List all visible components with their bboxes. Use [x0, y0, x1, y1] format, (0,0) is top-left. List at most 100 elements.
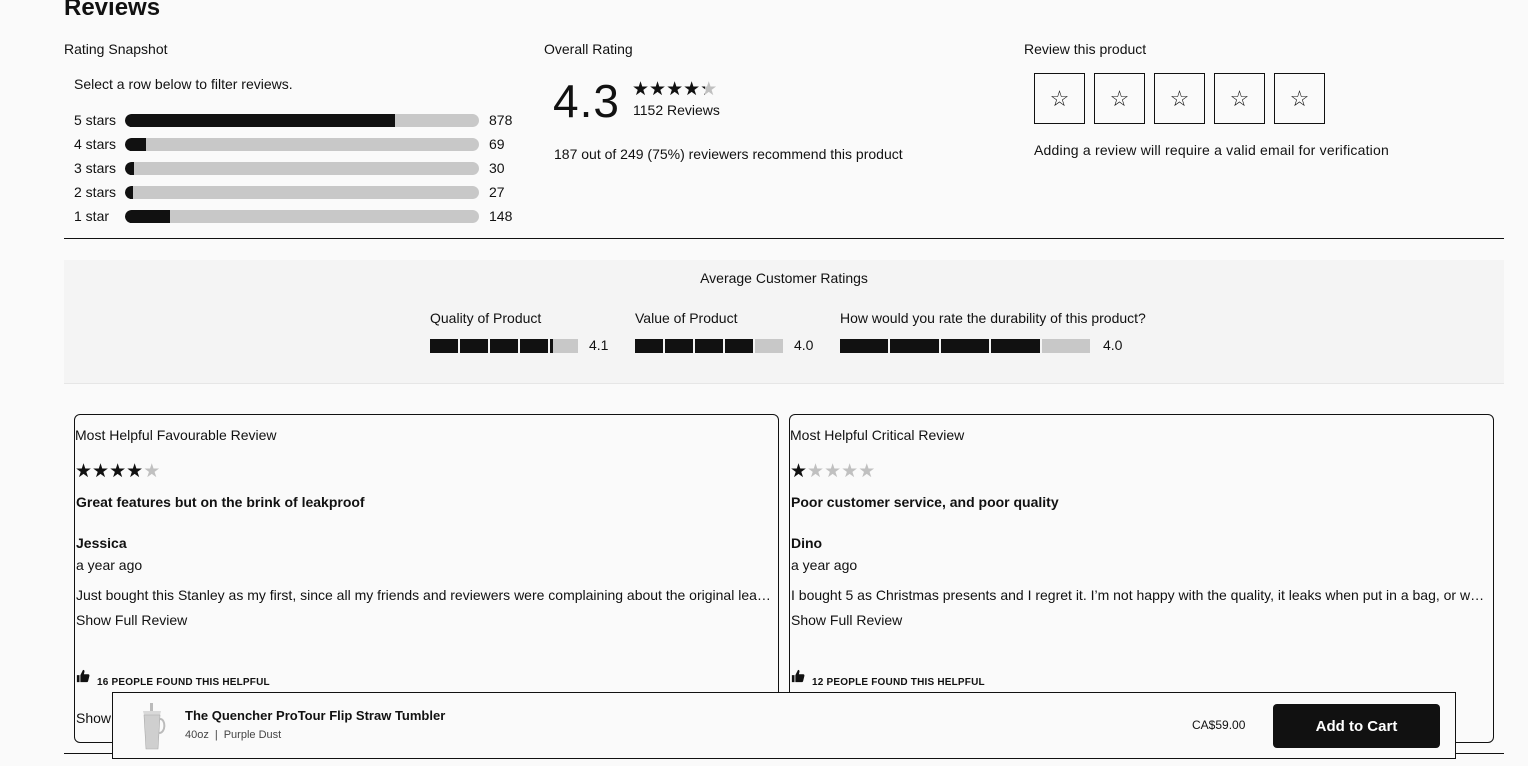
snapshot-row-bar	[125, 209, 479, 223]
quality-label: Quality of Product	[430, 310, 542, 326]
product-price: CA$59.00	[1192, 718, 1246, 732]
snapshot-row-count: 69	[489, 136, 505, 152]
rating-segment-fill	[991, 339, 1040, 353]
snapshot-row[interactable]: 2 stars 27	[74, 184, 505, 200]
product-name: The Quencher ProTour Flip Straw Tumbler	[185, 708, 446, 723]
product-size: 40oz	[185, 729, 209, 741]
rating-segment-fill	[940, 339, 990, 353]
thumbs-up-icon[interactable]	[791, 669, 805, 687]
star-filled-icon: ★ ★	[790, 461, 808, 482]
average-ratings-title: Average Customer Ratings	[700, 270, 868, 286]
rating-segment-fill	[460, 339, 488, 353]
favourable-review-date: a year ago	[76, 557, 143, 573]
rating-segment-fill	[490, 339, 518, 353]
rate-5-star-button[interactable]: ☆	[1274, 73, 1325, 124]
add-to-cart-button[interactable]: Add to Cart	[1273, 704, 1440, 748]
star-filled-icon: ★ ★	[666, 79, 684, 100]
rating-segment	[1041, 339, 1090, 353]
star-fill: ★	[109, 462, 127, 481]
star-outline-icon: ☆	[1049, 85, 1070, 111]
snapshot-row-bar	[125, 137, 479, 151]
quality-rating-bar	[430, 339, 578, 353]
rating-segment	[665, 339, 693, 353]
snapshot-row-bar	[125, 185, 479, 199]
rating-snapshot-label: Rating Snapshot	[64, 41, 168, 57]
product-thumbnail	[137, 703, 167, 756]
favourable-review-headline: Great features but on the brink of leakp…	[76, 494, 365, 510]
snapshot-row[interactable]: 1 star 148	[74, 208, 512, 224]
snapshot-row-fill	[125, 185, 134, 199]
sticky-cart-bar: The Quencher ProTour Flip Straw Tumbler …	[112, 692, 1456, 759]
rating-segment	[460, 339, 488, 353]
thumbs-up-icon[interactable]	[76, 669, 90, 687]
review-count[interactable]: 1152 Reviews	[633, 102, 720, 118]
star-outline-icon: ☆	[1229, 85, 1250, 111]
rating-segment	[550, 339, 578, 353]
star-empty-icon: ★	[824, 461, 842, 482]
snapshot-row-label: 5 stars	[74, 112, 117, 128]
rating-segment-fill	[550, 339, 553, 353]
snapshot-row-fill	[125, 113, 395, 127]
rating-segment-fill	[520, 339, 548, 353]
star-half-icon: ★★	[700, 79, 718, 100]
quality-value: 4.1	[589, 337, 609, 353]
rating-segment	[940, 339, 990, 353]
overall-rating-stars: ★★★★★★★★★★	[632, 80, 717, 99]
section-divider	[64, 238, 1504, 239]
star-fill: ★	[632, 80, 650, 99]
snapshot-row-bar	[125, 161, 479, 175]
star-fill: ★	[666, 80, 684, 99]
favourable-show-full-review-button[interactable]: Show Full Review	[76, 612, 187, 628]
snapshot-row[interactable]: 3 stars 30	[74, 160, 505, 176]
critical-review-stars: ★ ★ ★ ★ ★ ★	[790, 462, 875, 481]
critical-review-body: I bought 5 as Christmas presents and I r…	[791, 587, 1489, 603]
critical-review-author: Dino	[791, 535, 823, 551]
show-more-reviews-button[interactable]: Show	[76, 710, 111, 726]
star-fill: ★	[700, 80, 705, 99]
product-variant: 40oz | Purple Dust	[185, 729, 281, 741]
star-filled-icon: ★ ★	[632, 79, 650, 100]
snapshot-row[interactable]: 4 stars 69	[74, 136, 505, 152]
rating-segment	[430, 339, 458, 353]
rate-2-star-button[interactable]: ☆	[1094, 73, 1145, 124]
star-outline-icon: ☆	[1289, 85, 1310, 111]
rating-segment-fill	[890, 339, 939, 353]
rating-segment	[520, 339, 548, 353]
star-empty-icon: ★	[807, 461, 825, 482]
rating-segment	[725, 339, 753, 353]
star-fill: ★	[790, 462, 808, 481]
star-outline-icon: ☆	[1169, 85, 1190, 111]
rating-segment	[490, 339, 518, 353]
star-fill: ★	[683, 80, 701, 99]
rate-3-star-button[interactable]: ☆	[1154, 73, 1205, 124]
star-empty-icon: ★	[143, 461, 161, 482]
snapshot-row[interactable]: 5 stars 878	[74, 112, 512, 128]
critical-review-title: Most Helpful Critical Review	[790, 427, 965, 443]
snapshot-row-bar	[125, 113, 479, 127]
star-empty-icon: ★	[858, 461, 876, 482]
rating-segment	[991, 339, 1040, 353]
star-filled-icon: ★ ★	[126, 461, 144, 482]
snapshot-row-fill	[125, 161, 135, 175]
rate-1-star-button[interactable]: ☆	[1034, 73, 1085, 124]
durability-label: How would you rate the durability of thi…	[840, 310, 1146, 326]
snapshot-hint: Select a row below to filter reviews.	[74, 76, 293, 92]
durability-value: 4.0	[1103, 337, 1123, 353]
star-outline-icon: ☆	[1109, 85, 1130, 111]
rating-segment-fill	[430, 339, 458, 353]
snapshot-row-count: 878	[489, 112, 513, 128]
favourable-review-body: Just bought this Stanley as my first, si…	[76, 587, 774, 603]
value-rating-bar	[635, 339, 783, 353]
favourable-review-author: Jessica	[76, 535, 127, 551]
review-this-product-label: Review this product	[1024, 41, 1147, 57]
variant-separator: |	[214, 729, 218, 741]
recommend-text: 187 out of 249 (75%) reviewers recommend…	[554, 146, 903, 162]
rate-4-star-button[interactable]: ☆	[1214, 73, 1265, 124]
rating-segment	[635, 339, 663, 353]
star-filled-icon: ★ ★	[109, 461, 127, 482]
critical-show-full-review-button[interactable]: Show Full Review	[791, 612, 902, 628]
snapshot-row-fill	[125, 137, 147, 151]
star-filled-icon: ★ ★	[92, 461, 110, 482]
snapshot-row-label: 3 stars	[74, 160, 117, 176]
rating-segment-fill	[840, 339, 889, 353]
